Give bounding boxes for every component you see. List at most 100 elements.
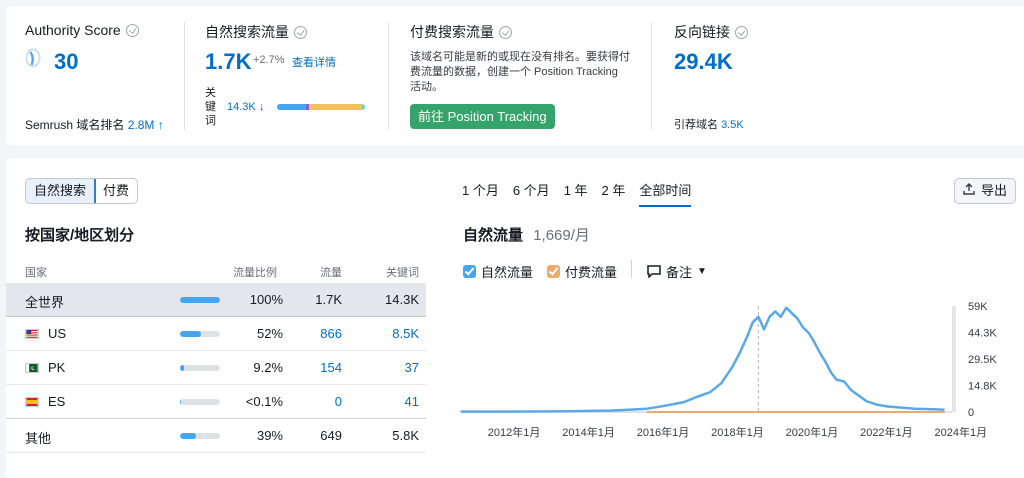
traffic-share: 100% [249, 292, 283, 307]
authority-gauge-icon [25, 48, 41, 68]
y-tick-label: 14.8K [968, 381, 997, 393]
legend-paid[interactable]: 付费流量 [547, 262, 617, 281]
traffic-value[interactable]: 0 [335, 394, 342, 409]
es-flag-icon [25, 397, 39, 407]
go-position-tracking-button[interactable]: 前往 Position Tracking [410, 104, 555, 129]
y-tick-label: 44.3K [968, 328, 997, 340]
tab-organic[interactable]: 自然搜索 [26, 179, 97, 203]
referring-domains-value[interactable]: 3.5K [721, 119, 744, 131]
range-1-year[interactable]: 1 年 [564, 180, 588, 207]
y-tick-label: 29.5K [968, 354, 997, 366]
col-share[interactable]: 流量比例 [233, 264, 277, 280]
range-2-years[interactable]: 2 年 [602, 180, 626, 207]
semrush-rank: Semrush 域名排名 2.8M ↑ [25, 118, 164, 132]
info-icon[interactable] [735, 25, 748, 39]
organic-change: +2.7% [253, 54, 285, 66]
keywords-count: 14.3K [385, 292, 419, 307]
x-tick-label: 2020年1月 [786, 425, 839, 439]
x-tick-label: 2014年1月 [562, 425, 615, 439]
keywords-count: 5.8K [392, 428, 419, 443]
keywords-value[interactable]: 14.3K ↓ [227, 101, 264, 113]
down-arrow-icon: ↓ [258, 101, 265, 113]
traffic-share-bar [180, 399, 220, 405]
traffic-chart-title: 自然流量 1,669/月 [463, 227, 590, 244]
traffic-share-bar [180, 433, 220, 439]
country-name[interactable]: PK [48, 360, 65, 375]
traffic-card: 自然搜索 付费 按国家/地区划分 国家 流量比例 流量 关键词 全世界 100% 1… [6, 158, 1024, 478]
chart-edge [952, 306, 956, 412]
table-header: 国家 流量比例 流量 关键词 [6, 260, 426, 283]
keywords-label: 关键词 [205, 87, 216, 127]
range-1-month[interactable]: 1 个月 [462, 180, 499, 207]
paid-traffic-widget: 付费搜索流量 该域名可能是新的或现在没有排名。要获得付费流量的数据，创建一个 P… [390, 6, 650, 145]
checkbox-checked-icon[interactable] [547, 265, 560, 278]
keywords-count[interactable]: 8.5K [392, 326, 419, 341]
table-row[interactable]: 其他 39% 649 5.8K [6, 419, 426, 453]
checkbox-checked-icon[interactable] [463, 265, 476, 278]
traffic-share-bar [180, 297, 220, 303]
divider [651, 22, 652, 130]
backlinks-value[interactable]: 29.4K [674, 49, 733, 75]
keywords-count[interactable]: 37 [405, 360, 419, 375]
paid-traffic-title: 付费搜索流量 [410, 22, 512, 42]
legend-organic[interactable]: 自然流量 [463, 262, 533, 281]
traffic-value[interactable]: 866 [320, 326, 342, 341]
metrics-card: Authority Score 30 Semrush 域名排名 2.8M ↑ 自… [6, 6, 1024, 145]
authority-score-widget: Authority Score 30 Semrush 域名排名 2.8M ↑ [6, 6, 186, 145]
traffic-share: 9.2% [253, 360, 283, 375]
referring-domains: 引荐域名 3.5K [674, 119, 744, 131]
organic-traffic-chart[interactable]: 59K 44.3K 29.5K 14.8K 0 2012年1月 2014年1月 2016年1月… [458, 294, 1024, 444]
x-tick-label: 2016年1月 [637, 425, 690, 439]
table-row[interactable]: US 52% 866 8.5K [6, 317, 426, 351]
country-section-title: 按国家/地区划分 [25, 227, 135, 244]
y-tick-label: 59K [968, 301, 988, 313]
country-name[interactable]: 全世界 [25, 292, 64, 311]
comment-icon [647, 265, 661, 278]
time-range-tabs: 1 个月 6 个月 1 年 2 年 全部时间 [462, 180, 692, 207]
export-button[interactable]: 导出 [954, 178, 1016, 204]
rank-up-icon: ↑ [157, 118, 164, 132]
organic-traffic-value[interactable]: 1.7K [205, 49, 251, 75]
view-details-link[interactable]: 查看详情 [292, 54, 336, 70]
upload-icon [963, 179, 975, 203]
x-tick-label: 2024年1月 [935, 425, 988, 439]
x-tick-label: 2012年1月 [488, 425, 541, 439]
traffic-share: 52% [256, 326, 283, 341]
semrush-rank-value[interactable]: 2.8M [128, 118, 155, 132]
tab-paid[interactable]: 付费 [95, 179, 137, 203]
country-table: 国家 流量比例 流量 关键词 全世界 100% 1.7K 14.3K US 52% 866 8… [6, 260, 426, 453]
info-icon[interactable] [294, 25, 307, 39]
col-country[interactable]: 国家 [25, 264, 47, 280]
range-6-months[interactable]: 6 个月 [513, 180, 550, 207]
backlinks-widget: 反向链接 29.4K 引荐域名 3.5K [653, 6, 853, 145]
traffic-type-toggle: 自然搜索 付费 [25, 178, 139, 204]
traffic-value[interactable]: 154 [320, 360, 342, 375]
traffic-chart-subtitle: 1,669/月 [533, 227, 590, 244]
col-traffic[interactable]: 流量 [320, 264, 342, 280]
table-row[interactable]: PK 9.2% 154 37 [6, 351, 426, 385]
notes-dropdown[interactable]: 备注 ▼ [647, 262, 707, 281]
divider [388, 22, 389, 130]
range-all-time[interactable]: 全部时间 [639, 180, 692, 207]
info-icon[interactable] [125, 23, 139, 37]
table-row[interactable]: ES <0.1% 0 41 [6, 385, 426, 419]
x-tick-label: 2018年1月 [711, 425, 764, 439]
organic-traffic-widget: 自然搜索流量 1.7K +2.7% 查看详情 关键词 14.3K ↓ [186, 6, 386, 145]
traffic-share: <0.1% [245, 394, 283, 409]
paid-traffic-description: 该域名可能是新的或现在没有排名。要获得付费流量的数据，创建一个 Position… [410, 51, 630, 93]
organic-traffic-line[interactable] [460, 306, 945, 413]
country-name[interactable]: 其他 [25, 428, 51, 447]
info-icon[interactable] [499, 25, 512, 39]
traffic-value: 649 [320, 428, 342, 443]
col-keywords[interactable]: 关键词 [386, 264, 419, 280]
divider [184, 22, 185, 130]
keywords-count[interactable]: 41 [405, 394, 419, 409]
us-flag-icon [25, 329, 39, 339]
traffic-value: 1.7K [315, 292, 342, 307]
table-row[interactable]: 全世界 100% 1.7K 14.3K [6, 283, 426, 317]
country-name[interactable]: ES [48, 394, 65, 409]
traffic-share: 39% [256, 428, 283, 443]
traffic-share-bar [180, 331, 220, 337]
country-name[interactable]: US [48, 326, 66, 341]
authority-score-value[interactable]: 30 [54, 49, 78, 75]
